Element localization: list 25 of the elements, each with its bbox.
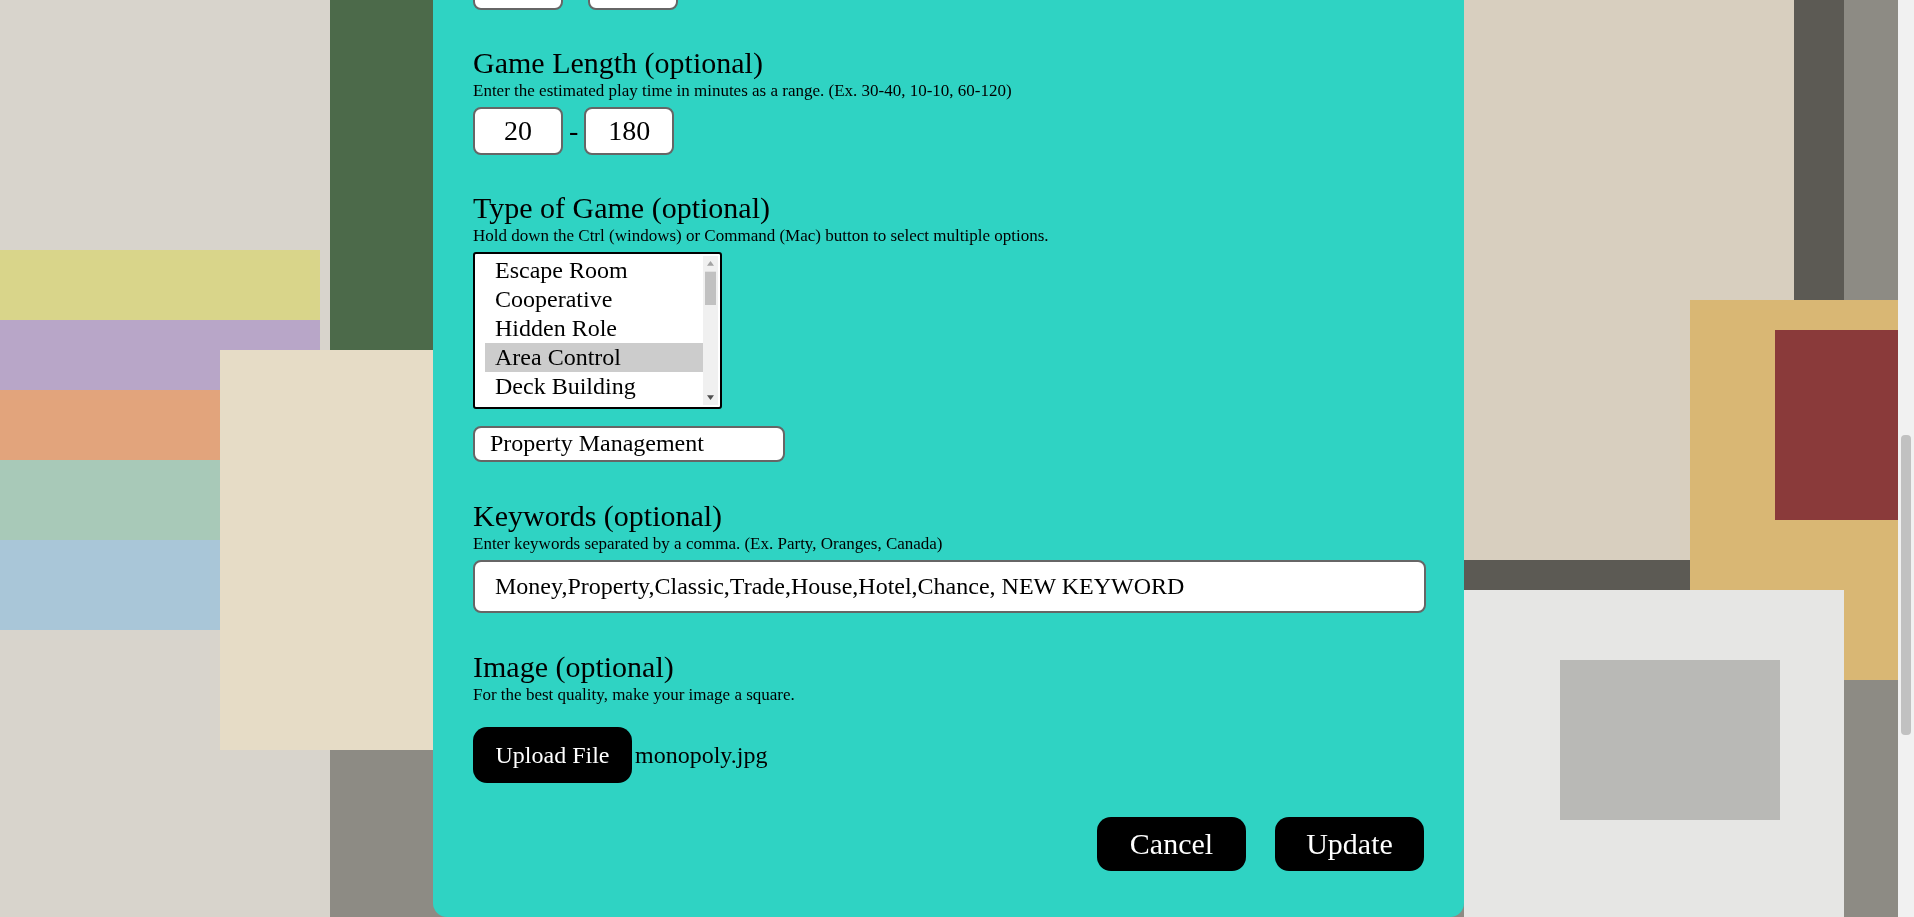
range-separator: -	[569, 115, 579, 147]
hint-text: Enter keywords separated by a comma. (Ex. Party, Oranges, Canada)	[473, 534, 943, 554]
section-title: Game Length (optional)	[473, 45, 763, 81]
action-button[interactable]: Update	[1275, 817, 1424, 871]
list-scrollbar[interactable]	[703, 256, 718, 405]
keywords-field[interactable]: Money,Property,Classic,Trade,House,Hotel,Chance, NEW KEYWORD	[473, 560, 1426, 613]
section-title: Keywords (optional)	[473, 498, 723, 534]
hint-text: Enter the estimated play time in minutes as a range. (Ex. 30-40, 10-10, 60-120)	[473, 81, 1012, 101]
list-option[interactable]: Deck Building	[485, 372, 703, 401]
input-field[interactable]: Property Management	[473, 426, 785, 462]
list-option[interactable]: Cooperative	[485, 285, 703, 314]
section-title: Image (optional)	[473, 649, 674, 685]
upload-button[interactable]: Upload File	[473, 727, 632, 783]
list-option[interactable]: Area Control	[485, 343, 703, 372]
hint-text: Hold down the Ctrl (windows) or Command (Mac) button to select multiple options.	[473, 226, 1049, 246]
file-name: monopoly.jpg	[635, 741, 768, 769]
list-option[interactable]: Escape Room	[485, 256, 703, 285]
list-option[interactable]: Hidden Role	[485, 314, 703, 343]
page-scrollbar[interactable]	[1898, 0, 1914, 917]
hint-text: For the best quality, make your image a square.	[473, 685, 795, 705]
input-field[interactable]: 20	[473, 107, 563, 155]
action-button[interactable]: Cancel	[1097, 817, 1246, 871]
listbox[interactable]: Escape Room Cooperative Hidden Role Area Control Deck Building	[473, 252, 722, 409]
section-title: Type of Game (optional)	[473, 190, 770, 226]
input-field[interactable]: 180	[584, 107, 675, 155]
